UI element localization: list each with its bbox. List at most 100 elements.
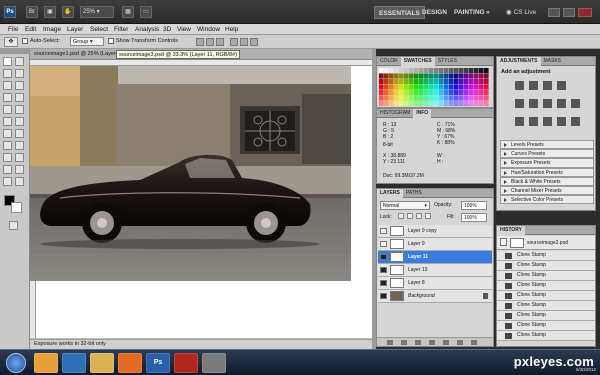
swatch-cell[interactable] — [399, 68, 404, 74]
swatch-cell[interactable] — [484, 73, 489, 79]
taskbar-firefox-icon[interactable] — [118, 353, 142, 373]
menu-window[interactable]: Window — [194, 24, 223, 35]
blend-mode-select[interactable]: Normal ▾ — [380, 201, 430, 210]
menu-view[interactable]: View — [174, 24, 194, 35]
type-tool-icon[interactable] — [15, 141, 24, 150]
swatch-cell[interactable] — [454, 84, 459, 90]
swatch-cell[interactable] — [434, 68, 439, 74]
swatch-cell[interactable] — [424, 84, 429, 90]
swatch-cell[interactable] — [439, 90, 444, 96]
swatch-cell[interactable] — [469, 73, 474, 79]
swatch-cell[interactable] — [469, 101, 474, 107]
swatch-cell[interactable] — [454, 73, 459, 79]
swatch-cell[interactable] — [414, 101, 419, 107]
history-step[interactable]: Clone Stamp — [497, 311, 595, 321]
swatch-cell[interactable] — [394, 95, 399, 101]
swatch-cell[interactable] — [389, 90, 394, 96]
cs-live-button[interactable]: ◉ CS Live — [502, 6, 540, 19]
swatch-cell[interactable] — [464, 101, 469, 107]
history-step[interactable]: Clone Stamp — [497, 331, 595, 341]
swatch-cell[interactable] — [449, 95, 454, 101]
swatch-cell[interactable] — [429, 84, 434, 90]
history-snapshot[interactable]: sourceimage2.psd — [497, 236, 595, 250]
photo-filter-icon[interactable] — [571, 99, 580, 108]
healing-brush-tool-icon[interactable] — [3, 93, 12, 102]
swatch-cell[interactable] — [444, 95, 449, 101]
swatch-cell[interactable] — [464, 79, 469, 85]
swatch-cell[interactable] — [429, 95, 434, 101]
swatch-cell[interactable] — [464, 68, 469, 74]
swatch-cell[interactable] — [459, 79, 464, 85]
lock-transparency-icon[interactable] — [398, 213, 404, 219]
swatch-cell[interactable] — [389, 79, 394, 85]
swatch-cell[interactable] — [384, 90, 389, 96]
swatch-cell[interactable] — [449, 90, 454, 96]
swatch-cell[interactable] — [454, 79, 459, 85]
swatch-cell[interactable] — [394, 68, 399, 74]
minimize-icon[interactable] — [548, 8, 560, 17]
align-right-icon[interactable] — [250, 38, 258, 46]
swatch-cell[interactable] — [479, 95, 484, 101]
posterize-icon[interactable] — [543, 117, 552, 126]
tab-styles[interactable]: STYLES — [435, 57, 460, 66]
history-step[interactable]: Clone Stamp — [497, 301, 595, 311]
swatch-cell[interactable] — [404, 79, 409, 85]
swatch-cell[interactable] — [439, 73, 444, 79]
swatch-cell[interactable] — [464, 90, 469, 96]
screen-mode-icon[interactable]: ▭ — [140, 6, 152, 18]
quick-mask-icon[interactable] — [9, 221, 18, 230]
swatch-cell[interactable] — [414, 84, 419, 90]
auto-select-checkbox[interactable] — [22, 38, 28, 44]
swatch-cell[interactable] — [484, 79, 489, 85]
swatch-cell[interactable] — [404, 84, 409, 90]
swatch-cell[interactable] — [419, 73, 424, 79]
workspace-design[interactable]: DESIGN — [418, 6, 451, 19]
history-step[interactable]: Clone Stamp — [497, 291, 595, 301]
swatch-cell[interactable] — [474, 79, 479, 85]
gradient-tool-icon[interactable] — [15, 117, 24, 126]
levels-icon[interactable] — [529, 81, 538, 90]
swatch-cell[interactable] — [404, 101, 409, 107]
swatch-cell[interactable] — [404, 95, 409, 101]
lasso-tool-icon[interactable] — [3, 69, 12, 78]
menu-edit[interactable]: Edit — [22, 24, 39, 35]
swatch-cell[interactable] — [434, 84, 439, 90]
swatch-cell[interactable] — [434, 95, 439, 101]
tools-panel-header[interactable] — [0, 49, 30, 54]
swatch-cell[interactable] — [479, 84, 484, 90]
minibridge-icon[interactable]: ▣ — [44, 6, 56, 18]
swatch-cell[interactable] — [414, 68, 419, 74]
swatch-cell[interactable] — [424, 101, 429, 107]
layer-row[interactable]: Layer 9 — [378, 238, 492, 251]
marquee-tool-icon[interactable] — [15, 57, 24, 66]
swatch-cell[interactable] — [444, 68, 449, 74]
history-step[interactable]: Clone Stamp — [497, 261, 595, 271]
swatch-cell[interactable] — [474, 95, 479, 101]
tab-history[interactable]: HISTORY — [497, 226, 525, 235]
swatch-cell[interactable] — [404, 73, 409, 79]
preset-hue-saturation[interactable]: Hue/Saturation Presets — [500, 167, 594, 177]
swatch-cell[interactable] — [389, 95, 394, 101]
swatch-cell[interactable] — [469, 95, 474, 101]
swatch-cell[interactable] — [399, 95, 404, 101]
swatch-cell[interactable] — [379, 84, 384, 90]
preset-channel-mixer[interactable]: Channel Mixer Presets — [500, 185, 594, 196]
swatch-cell[interactable] — [434, 73, 439, 79]
swatch-cell[interactable] — [479, 90, 484, 96]
swatch-cell[interactable] — [449, 79, 454, 85]
swatch-cell[interactable] — [409, 68, 414, 74]
hand-tool-icon[interactable]: ✋ — [62, 6, 74, 18]
menu-select[interactable]: Select — [87, 24, 111, 35]
swatch-cell[interactable] — [409, 95, 414, 101]
swatch-cell[interactable] — [444, 101, 449, 107]
swatch-cell[interactable] — [424, 90, 429, 96]
swatch-cell[interactable] — [384, 79, 389, 85]
taskbar-photoshop-icon[interactable]: Ps — [146, 353, 170, 373]
visibility-toggle[interactable] — [380, 241, 387, 247]
lock-position-icon[interactable] — [416, 213, 422, 219]
swatch-cell[interactable] — [454, 90, 459, 96]
exposure-icon[interactable] — [557, 81, 566, 90]
preset-selective-color[interactable]: Selective Color Presets — [500, 195, 594, 205]
swatch-cell[interactable] — [474, 84, 479, 90]
eraser-tool-icon[interactable] — [3, 117, 12, 126]
